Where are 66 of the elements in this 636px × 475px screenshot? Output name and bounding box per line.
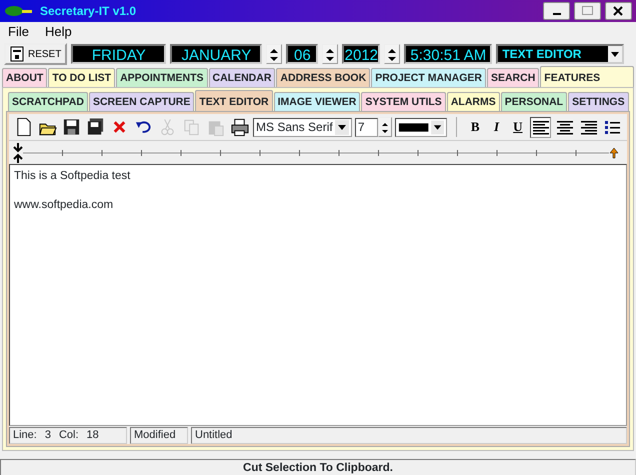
up-down-arrows-icon xyxy=(326,48,334,61)
minimize-button[interactable] xyxy=(543,2,570,20)
italic-button[interactable]: I xyxy=(487,116,506,138)
close-icon xyxy=(613,6,624,16)
day-display: FRIDAY xyxy=(71,44,166,64)
date-display: 06 xyxy=(286,44,318,64)
text-area[interactable]: This is a Softpedia test www.softpedia.com xyxy=(9,164,627,426)
color-dropdown[interactable] xyxy=(395,118,448,136)
close-button[interactable] xyxy=(605,2,632,20)
line-label: Line: xyxy=(13,428,37,443)
document-line: This is a Softpedia test xyxy=(14,169,132,184)
tab[interactable]: APPOINTMENTS xyxy=(116,68,208,87)
tab[interactable]: TEXT EDITOR xyxy=(195,90,273,111)
tab[interactable]: SCRATCHPAD xyxy=(8,92,88,111)
file-name: Untitled xyxy=(191,427,627,444)
tab[interactable]: IMAGE VIEWER xyxy=(274,92,360,111)
minimize-icon xyxy=(552,12,560,15)
floppy-disks-icon xyxy=(86,117,105,137)
month-display: JANUARY xyxy=(170,44,262,64)
reset-button[interactable]: RESET xyxy=(4,43,68,65)
tab[interactable]: PROJECT MANAGER xyxy=(371,68,486,87)
toolbar-button[interactable] xyxy=(61,116,82,138)
spin-button[interactable] xyxy=(322,44,338,64)
dropdown-value: TEXT EDITOR xyxy=(501,46,582,63)
app-logo-icon xyxy=(4,5,32,17)
tab[interactable]: SEARCH xyxy=(486,68,540,87)
tab[interactable]: ALARMS xyxy=(446,92,500,111)
tab[interactable]: ADDRESS BOOK xyxy=(276,68,370,87)
module-dropdown[interactable]: TEXT EDITOR xyxy=(496,44,624,64)
toolbar-button[interactable] xyxy=(85,116,106,138)
up-down-arrows-icon xyxy=(270,48,278,61)
printer-icon xyxy=(230,117,249,137)
tab[interactable]: SETTINGS xyxy=(568,92,629,111)
up-down-arrows-icon xyxy=(382,122,388,133)
spin-button[interactable] xyxy=(378,117,392,137)
font-dropdown[interactable]: MS Sans Serif xyxy=(253,118,352,136)
modified-status: Modified xyxy=(130,427,188,444)
font-size-field[interactable]: 7 xyxy=(354,118,378,136)
column-label: Col: xyxy=(58,428,79,443)
bold-button[interactable]: B xyxy=(466,116,484,138)
menu-item[interactable]: Help xyxy=(36,22,80,42)
toolbar-button[interactable] xyxy=(229,116,250,138)
tab[interactable]: ABOUT xyxy=(2,68,48,87)
tab[interactable]: FEATURES xyxy=(540,66,634,87)
column-number: 18 xyxy=(86,428,99,443)
copy-icon xyxy=(182,117,201,137)
spin-button[interactable] xyxy=(266,44,282,64)
tab[interactable]: SYSTEM UTILS xyxy=(361,92,446,111)
menu-item[interactable]: File xyxy=(0,22,37,42)
indent-marker-icon xyxy=(13,142,23,162)
right-margin-marker-icon xyxy=(609,146,619,158)
year-display: 2012 xyxy=(342,44,380,64)
spin-button[interactable] xyxy=(384,44,400,64)
window-title: Secretary-IT v1.0 xyxy=(40,3,136,20)
underline-button[interactable]: U xyxy=(508,116,528,138)
up-down-arrows-icon xyxy=(388,48,396,61)
time-display: 5:30:51 AM xyxy=(404,44,492,64)
tab[interactable]: CALENDAR xyxy=(208,68,276,87)
hint-bar: Cut Selection To Clipboard. xyxy=(0,459,636,475)
line-number: 3 xyxy=(44,428,51,443)
document-line: www.softpedia.com xyxy=(14,198,114,214)
tab[interactable]: TO DO LIST xyxy=(48,68,116,87)
maximize-icon xyxy=(582,6,593,16)
align-left-button[interactable] xyxy=(530,116,552,138)
tab[interactable]: SCREEN CAPTURE xyxy=(88,92,194,111)
tab[interactable]: PERSONAL xyxy=(500,92,568,111)
